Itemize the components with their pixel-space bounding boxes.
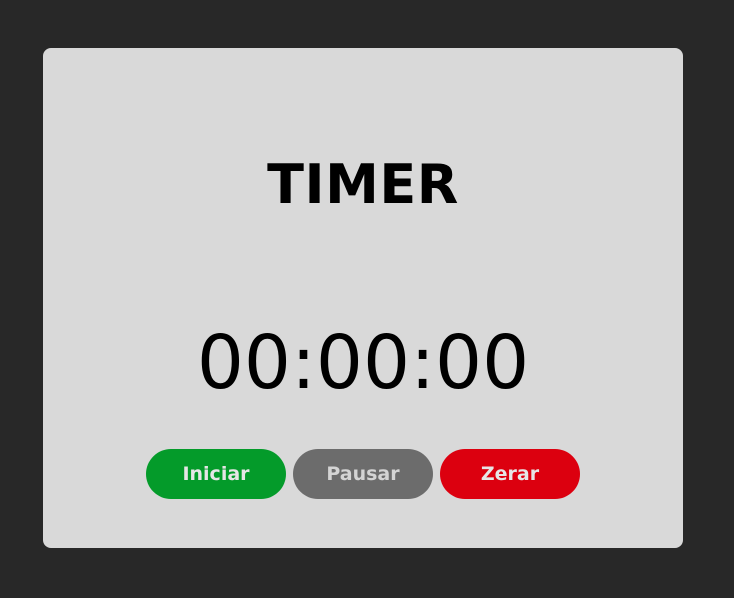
pause-button[interactable]: Pausar [293, 449, 433, 499]
timer-title: TIMER [267, 153, 459, 216]
start-button[interactable]: Iniciar [146, 449, 286, 499]
timer-display: 00:00:00 [196, 320, 530, 406]
reset-button[interactable]: Zerar [440, 449, 580, 499]
timer-controls: Iniciar Pausar Zerar [146, 449, 580, 499]
